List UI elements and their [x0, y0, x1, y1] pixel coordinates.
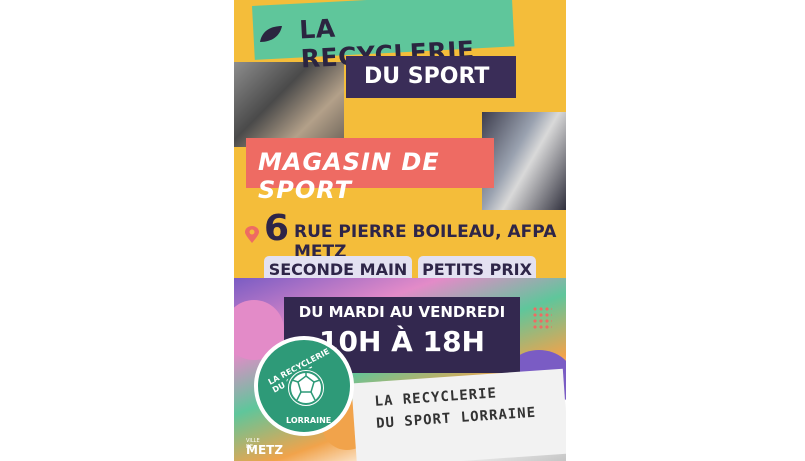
store-rackets-photo	[482, 112, 566, 210]
store-type-label: MAGASIN DE SPORT	[258, 148, 440, 204]
sneakers-photo	[234, 62, 344, 147]
wall-line2: DU SPORT LORRAINE	[375, 404, 537, 432]
title-banner: LA RECYCLERIE	[252, 0, 515, 73]
hours-days: DU MARDI AU VENDREDI	[298, 303, 506, 321]
seal-bottom-text: LORRAINE	[286, 416, 332, 425]
title-line2: DU SPORT	[364, 64, 490, 89]
poster: LA RECYCLERIE DU SPORT MAGASIN DE SPORT …	[234, 0, 566, 461]
leaf-icon	[260, 26, 282, 42]
address-number: 6	[264, 208, 290, 249]
recyclerie-seal-logo: LA RECYCLERIE DU SPORT LORRAINE	[254, 336, 354, 436]
soccer-ball-icon	[286, 368, 326, 408]
wall-line1: LA RECYCLERIE	[374, 385, 498, 410]
graffiti-wall-text: LA RECYCLERIE DU SPORT LORRAINE	[351, 368, 566, 461]
tag-label: SECONDE MAIN	[268, 260, 408, 279]
city-logo-big: METZ	[246, 443, 284, 457]
tag-label: PETITS PRIX	[422, 260, 532, 279]
subtitle-banner: DU SPORT	[346, 56, 516, 98]
location-pin-icon	[245, 226, 259, 243]
store-type-banner: MAGASIN DE SPORT	[246, 138, 494, 204]
decorative-dots	[532, 306, 552, 330]
